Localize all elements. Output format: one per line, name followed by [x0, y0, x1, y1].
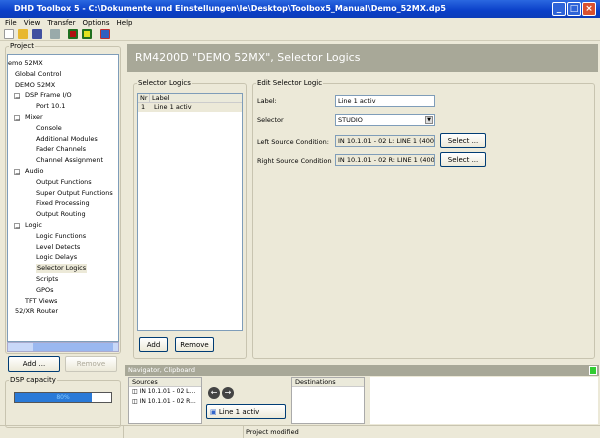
- selector-remove-button[interactable]: Remove: [175, 337, 214, 352]
- title-bar: DHD Toolbox 5 - C:\Dokumente und Einstel…: [0, 0, 600, 18]
- project-add-button[interactable]: Add ...: [8, 356, 60, 372]
- tree-item[interactable]: emo 52MX: [8, 59, 43, 68]
- pin-icon[interactable]: [589, 366, 597, 375]
- tree-item[interactable]: Console: [36, 124, 62, 133]
- tree-item[interactable]: Logic: [25, 221, 42, 230]
- window-title: DHD Toolbox 5 - C:\Dokumente und Einstel…: [14, 4, 446, 13]
- window-icon[interactable]: [100, 29, 110, 39]
- tree-item[interactable]: Mixer: [25, 113, 43, 122]
- new-icon[interactable]: [4, 29, 14, 39]
- edit-selector-logic-legend: Edit Selector Logic: [257, 79, 323, 87]
- row-label: Line 1 activ: [154, 103, 192, 111]
- collapse-icon[interactable]: −: [14, 114, 20, 124]
- destinations-header: Destinations: [292, 378, 364, 387]
- sources-list[interactable]: Sources ◫ IN 10.1.01 - 02 L... ◫ IN 10.1…: [128, 377, 202, 424]
- tree-item[interactable]: DSP Frame I/O: [25, 91, 72, 100]
- tree-item[interactable]: Level Detects: [36, 243, 80, 252]
- chevron-down-icon[interactable]: ▼: [425, 116, 433, 124]
- selector-add-button[interactable]: Add: [139, 337, 168, 352]
- tree-item[interactable]: Port 10.1: [36, 102, 65, 111]
- tree-item[interactable]: Logic Delays: [36, 253, 77, 262]
- menu-help[interactable]: Help: [117, 18, 133, 29]
- right-source-field[interactable]: IN 10.1.01 - 02 R: LINE 1 (400a10: [335, 154, 435, 166]
- tree-item[interactable]: Scripts: [36, 275, 58, 284]
- collapse-icon[interactable]: −: [14, 222, 20, 232]
- tree-item[interactable]: Fader Channels: [36, 145, 86, 154]
- source-item[interactable]: ◫ IN 10.1.01 - 02 R...: [129, 397, 201, 407]
- collapse-icon[interactable]: −: [14, 168, 20, 178]
- open-icon[interactable]: [18, 29, 28, 39]
- tree-item[interactable]: Super Output Functions: [36, 189, 113, 198]
- row-nr: 1: [141, 103, 146, 111]
- dsp-capacity-legend: DSP capacity: [10, 376, 56, 384]
- selector-value: STUDIO: [338, 116, 363, 124]
- status-text: Project modified: [246, 428, 299, 436]
- page-title: RM4200D "DEMO 52MX", Selector Logics: [127, 44, 598, 72]
- tree-horizontal-scrollbar[interactable]: [7, 342, 119, 352]
- right-source-caption: Right Source Condition: [257, 157, 332, 165]
- dsp-capacity-text: 80%: [56, 394, 70, 401]
- source-label: IN 10.1.01 - 02 L...: [139, 388, 196, 395]
- tree-item[interactable]: 52/XR Router: [15, 307, 58, 316]
- tree-item[interactable]: Channel Assignment: [36, 156, 103, 165]
- toolbar: [0, 29, 600, 41]
- tree-item[interactable]: Output Routing: [36, 210, 86, 219]
- current-item-label: Line 1 activ: [218, 408, 260, 416]
- left-source-field[interactable]: IN 10.1.01 - 02 L: LINE 1 (400a10: [335, 135, 435, 147]
- tree-item[interactable]: Logic Functions: [36, 232, 86, 241]
- project-legend: Project: [10, 42, 34, 50]
- project-remove-button[interactable]: Remove: [65, 356, 117, 372]
- tree-item[interactable]: Output Functions: [36, 178, 92, 187]
- menu-options[interactable]: Options: [83, 18, 110, 29]
- close-button[interactable]: ×: [582, 2, 596, 16]
- current-item-button[interactable]: ▣ Line 1 activ: [206, 404, 286, 419]
- label-caption: Label:: [257, 97, 277, 105]
- left-select-button[interactable]: Select ...: [440, 133, 486, 148]
- forward-arrow-button[interactable]: →: [222, 387, 234, 399]
- source-item[interactable]: ◫ IN 10.1.01 - 02 L...: [129, 387, 201, 397]
- sources-header: Sources: [129, 378, 201, 387]
- destinations-list[interactable]: Destinations: [291, 377, 365, 424]
- offline-icon[interactable]: [68, 29, 78, 39]
- speaker-icon: ◫: [132, 398, 140, 405]
- menu-view[interactable]: View: [24, 18, 41, 29]
- dsp-capacity-bar: 80%: [14, 392, 112, 403]
- status-bar: Project modified: [0, 425, 600, 438]
- maximize-button[interactable]: □: [567, 2, 581, 16]
- scrollbar-thumb[interactable]: [33, 343, 113, 351]
- navigator-title: Navigator, Clipboard: [125, 365, 599, 376]
- menu-bar: File View Transfer Options Help: [0, 18, 600, 29]
- column-header-nr[interactable]: Nr: [138, 94, 150, 102]
- tree-item[interactable]: Global Control: [15, 70, 61, 79]
- tree-item[interactable]: GPOs: [36, 286, 53, 295]
- project-tree[interactable]: emo 52MX Global Control DEMO 52MX DSP Frame…: [7, 54, 119, 342]
- tree-item[interactable]: DEMO 52MX: [15, 81, 55, 90]
- selector-caption: Selector: [257, 116, 284, 124]
- left-source-caption: Left Source Condition:: [257, 138, 329, 146]
- menu-transfer[interactable]: Transfer: [47, 18, 75, 29]
- logic-icon: ▣: [210, 408, 219, 416]
- collapse-icon[interactable]: −: [14, 92, 20, 102]
- selector-dropdown[interactable]: STUDIO ▼: [335, 114, 435, 126]
- selector-logics-legend: Selector Logics: [138, 79, 191, 87]
- tree-item[interactable]: Fixed Processing: [36, 199, 90, 208]
- save-icon[interactable]: [32, 29, 42, 39]
- back-arrow-button[interactable]: ←: [208, 387, 220, 399]
- tree-item[interactable]: Audio: [25, 167, 43, 176]
- right-select-button[interactable]: Select ...: [440, 152, 486, 167]
- tree-item[interactable]: Additional Modules: [36, 135, 98, 144]
- table-row[interactable]: 1 Line 1 activ: [138, 103, 242, 112]
- print-icon[interactable]: [50, 29, 60, 39]
- label-input[interactable]: Line 1 activ: [335, 95, 435, 107]
- menu-file[interactable]: File: [5, 18, 17, 29]
- minimize-button[interactable]: _: [552, 2, 566, 16]
- tree-item[interactable]: TFT Views: [25, 297, 57, 306]
- column-header-label[interactable]: Label: [150, 94, 170, 102]
- online-icon[interactable]: [82, 29, 92, 39]
- selector-logics-list[interactable]: Nr Label 1 Line 1 activ: [137, 93, 243, 331]
- speaker-icon: ◫: [132, 388, 140, 395]
- clipboard-area[interactable]: [370, 377, 598, 424]
- source-label: IN 10.1.01 - 02 R...: [139, 398, 196, 405]
- tree-item[interactable]: Selector Logics: [36, 264, 88, 274]
